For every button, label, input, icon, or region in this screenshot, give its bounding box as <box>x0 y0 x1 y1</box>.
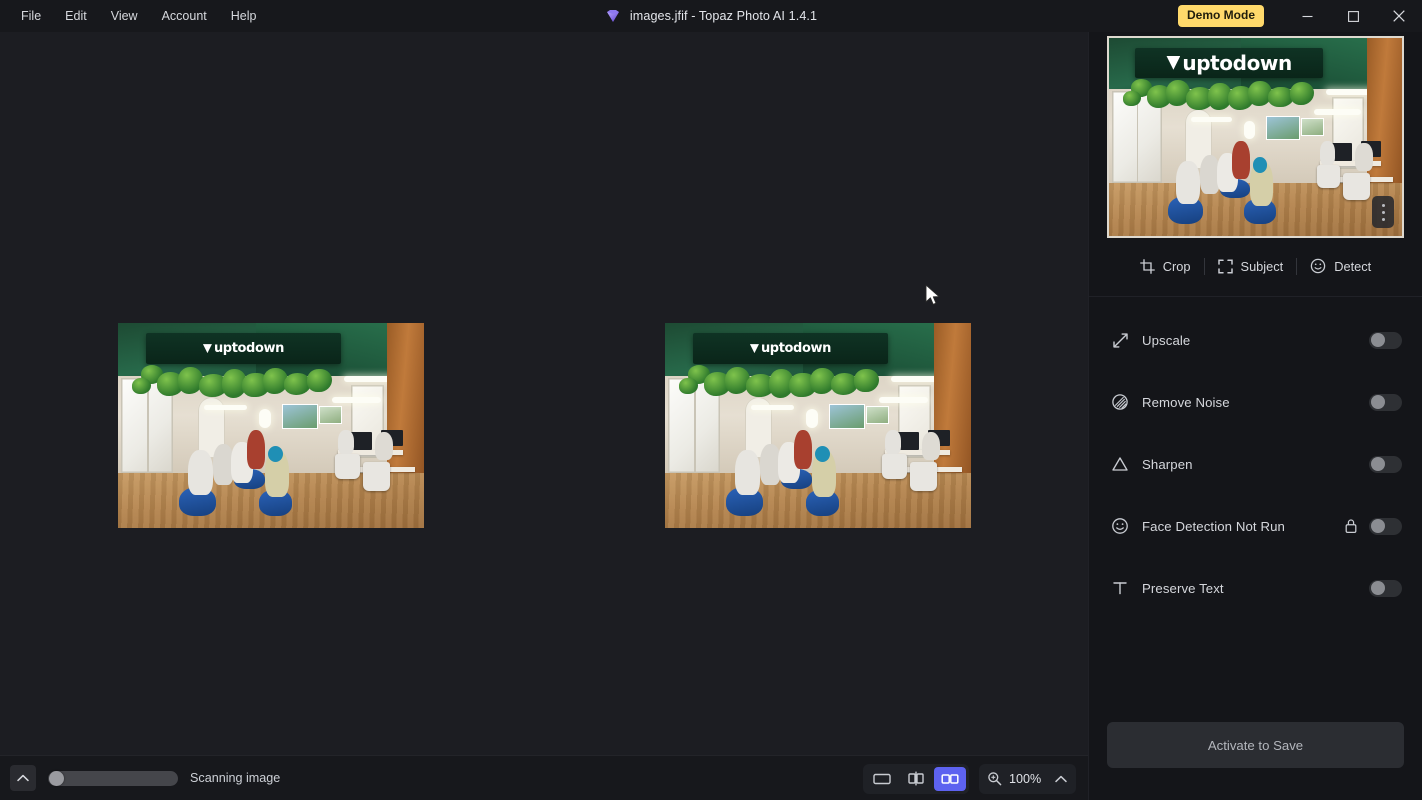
filter-label: Sharpen <box>1142 456 1193 472</box>
filter-face-detection[interactable]: Face Detection Not Run <box>1089 495 1422 557</box>
gem-icon <box>606 10 619 22</box>
sharpen-toggle[interactable] <box>1369 455 1402 473</box>
thumbnail-more-button[interactable] <box>1372 196 1394 228</box>
more-vertical-icon <box>1381 203 1385 207</box>
activate-to-save-button[interactable]: Activate to Save <box>1107 722 1404 768</box>
filter-upscale[interactable]: Upscale <box>1089 309 1422 371</box>
dual-pane-icon <box>941 774 959 784</box>
zoom-control-group: 100% <box>979 763 1076 794</box>
banner-logo: uptodown <box>202 341 284 356</box>
original-image-preview[interactable]: uptodown <box>118 323 424 528</box>
minimize-button[interactable] <box>1284 0 1330 32</box>
filter-label: Preserve Text <box>1142 580 1224 596</box>
upscale-toggle[interactable] <box>1369 331 1402 349</box>
processed-image-preview[interactable]: uptodown <box>665 323 971 528</box>
crop-label: Crop <box>1162 258 1191 274</box>
status-message: Scanning image <box>190 771 281 785</box>
menu-item-edit[interactable]: Edit <box>54 5 98 28</box>
upscale-arrows-icon <box>1107 332 1133 349</box>
filters-list: Upscale Remove Noise Sharpen Face Detect… <box>1089 297 1422 619</box>
remove-noise-toggle[interactable] <box>1369 393 1402 411</box>
filter-sharpen[interactable]: Sharpen <box>1089 433 1422 495</box>
menu-item-view[interactable]: View <box>100 5 149 28</box>
uptodown-arrow-icon <box>202 344 212 354</box>
menu-item-file[interactable]: File <box>10 5 52 28</box>
remove-noise-icon <box>1107 393 1133 411</box>
subject-brackets-icon <box>1217 258 1233 274</box>
detect-label: Detect <box>1334 258 1372 274</box>
magnifier-icon[interactable] <box>987 771 1002 786</box>
chevron-up-icon <box>17 774 29 782</box>
window-title: images.jfif - Topaz Photo AI 1.4.1 <box>629 9 818 23</box>
title-bar: File Edit View Account Help images.jfif … <box>0 0 1422 32</box>
menu-bar: File Edit View Account Help <box>0 0 267 32</box>
split-pane-icon <box>908 771 924 786</box>
view-controls: 100% <box>863 756 1076 800</box>
view-mode-group <box>863 763 969 794</box>
topaz-photo-ai-window: File Edit View Account Help images.jfif … <box>0 0 1422 800</box>
maximize-icon <box>1347 10 1359 22</box>
filter-label: Face Detection Not Run <box>1142 518 1285 534</box>
scan-progress-bar[interactable] <box>48 770 178 786</box>
uptodown-arrow-icon <box>749 344 759 354</box>
detect-button[interactable]: Detect <box>1297 252 1384 280</box>
filter-label: Upscale <box>1142 332 1191 348</box>
more-vertical-icon <box>1381 217 1385 221</box>
side-by-side-view-button[interactable] <box>934 766 966 791</box>
close-icon <box>1393 10 1405 22</box>
close-button[interactable] <box>1376 0 1422 32</box>
face-smiley-icon <box>1107 517 1133 535</box>
image-thumbnail[interactable]: uptodown <box>1107 36 1404 238</box>
status-bar: Scanning image 100% <box>0 755 1088 800</box>
minimize-icon <box>1302 15 1312 17</box>
sharpen-triangle-icon <box>1107 456 1133 472</box>
subject-button[interactable]: Subject <box>1205 253 1297 280</box>
chevron-up-icon <box>1055 775 1067 782</box>
tool-buttons-row: Crop Subject Detect <box>1089 240 1422 292</box>
menu-item-account[interactable]: Account <box>151 5 218 28</box>
split-view-button[interactable] <box>900 767 932 791</box>
zoom-dropdown-button[interactable] <box>1050 767 1072 791</box>
image-canvas[interactable]: uptodown uptodown <box>0 32 1088 755</box>
collapse-panel-button[interactable] <box>10 765 36 791</box>
filter-label: Remove Noise <box>1142 394 1230 410</box>
single-view-button[interactable] <box>866 767 898 791</box>
subject-label: Subject <box>1240 258 1284 274</box>
more-vertical-icon <box>1381 210 1385 214</box>
progress-knob[interactable] <box>49 770 64 786</box>
filter-remove-noise[interactable]: Remove Noise <box>1089 371 1422 433</box>
filter-preserve-text[interactable]: Preserve Text <box>1089 557 1422 619</box>
banner-logo: uptodown <box>749 341 831 356</box>
crop-icon <box>1139 258 1155 274</box>
progress-track <box>48 770 178 786</box>
window-controls: Demo Mode <box>1177 0 1422 32</box>
text-t-icon <box>1107 580 1133 596</box>
preserve-text-toggle[interactable] <box>1369 579 1402 597</box>
maximize-button[interactable] <box>1330 0 1376 32</box>
uptodown-arrow-icon <box>1166 55 1181 70</box>
lock-icon <box>1344 518 1358 534</box>
comparison-view: uptodown uptodown <box>0 32 1088 755</box>
right-sidebar: uptodown Crop Subject Detect Upscale Rem… <box>1088 32 1422 800</box>
single-pane-icon <box>873 773 891 785</box>
zoom-level-value[interactable]: 100% <box>1009 772 1043 786</box>
face-detection-toggle[interactable] <box>1369 517 1402 535</box>
face-detect-icon <box>1310 258 1326 274</box>
demo-mode-badge[interactable]: Demo Mode <box>1177 5 1264 27</box>
crop-button[interactable]: Crop <box>1127 253 1204 280</box>
menu-item-help[interactable]: Help <box>220 5 268 28</box>
